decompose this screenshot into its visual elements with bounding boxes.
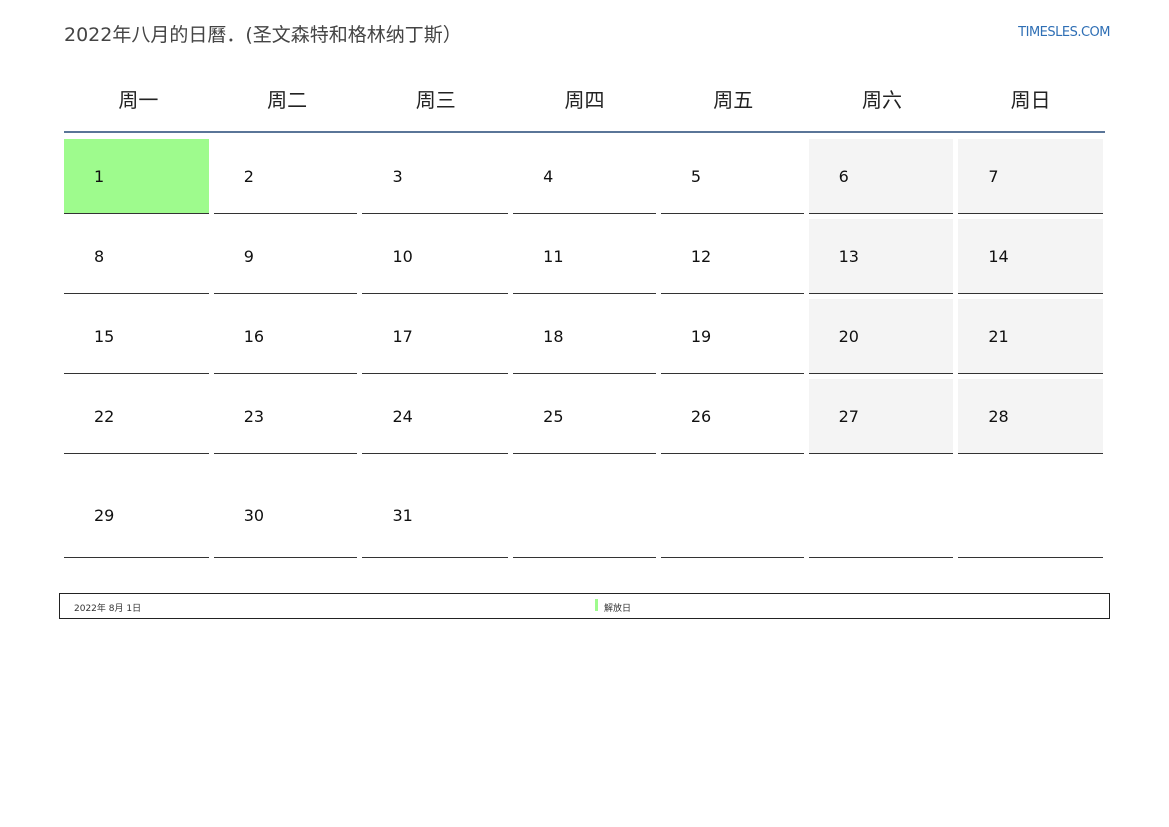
weekday-sat: 周六: [861, 88, 902, 112]
day-number: 13: [838, 247, 859, 266]
day-cell-weekend[interactable]: 20: [808, 299, 954, 374]
day-cell[interactable]: 16: [213, 299, 358, 374]
weekday-mon: 周一: [118, 88, 159, 112]
day-cell[interactable]: 31: [362, 459, 509, 558]
day-number: 24: [392, 407, 413, 426]
weekday-sun: 周日: [1010, 88, 1051, 112]
day-number: 9: [243, 247, 254, 266]
day-cell-weekend[interactable]: 14: [958, 219, 1104, 294]
day-number: 10: [392, 247, 413, 266]
weekday-thu: 周四: [564, 88, 605, 112]
day-cell[interactable]: 2: [213, 139, 358, 214]
day-cell-weekend[interactable]: 7: [958, 139, 1104, 214]
day-cell[interactable]: 26: [660, 379, 804, 454]
day-number: 7: [988, 167, 999, 186]
day-number: 22: [94, 407, 115, 426]
week-row: 15 16 17 18 19 20 21: [64, 299, 1108, 379]
day-cell[interactable]: 29: [64, 459, 209, 558]
day-cell[interactable]: 10: [362, 219, 509, 294]
weekday-fri: 周五: [713, 88, 754, 112]
holiday-color-marker: [595, 599, 598, 611]
day-number: 20: [838, 327, 859, 346]
day-number: 31: [392, 506, 413, 525]
day-number: 17: [392, 327, 413, 346]
day-cell[interactable]: 12: [660, 219, 804, 294]
day-number: 3: [392, 167, 403, 186]
holiday-legend: 2022年 8月 1日 解放日: [59, 593, 1110, 619]
weekday-wed: 周三: [415, 88, 456, 112]
day-cell-weekend[interactable]: 27: [808, 379, 954, 454]
day-number: 16: [243, 327, 265, 346]
site-link[interactable]: TIMESLES.COM: [1018, 25, 1110, 40]
day-cell[interactable]: 22: [64, 379, 209, 454]
day-cell[interactable]: 4: [513, 139, 656, 214]
day-cell[interactable]: 3: [362, 139, 509, 214]
day-number: 19: [690, 327, 712, 346]
day-cell[interactable]: 17: [362, 299, 509, 374]
day-cell[interactable]: 18: [513, 299, 656, 374]
week-row: 1 2 3 4 5 6 7: [64, 139, 1108, 219]
day-number: 30: [243, 506, 265, 525]
week-row: 29 30 31: [64, 459, 1108, 563]
day-number: 29: [94, 506, 115, 525]
day-cell-empty: [808, 459, 954, 558]
day-cell[interactable]: 11: [513, 219, 656, 294]
day-cell[interactable]: 15: [64, 299, 209, 374]
week-row: 8 9 10 11 12 13 14: [64, 219, 1108, 299]
legend-holiday-name: 解放日: [604, 604, 632, 614]
day-number: 23: [243, 407, 265, 426]
day-number: 11: [543, 247, 564, 266]
day-number: 25: [543, 407, 564, 426]
day-number: 8: [94, 247, 105, 266]
day-number: 6: [838, 167, 849, 186]
page-title: 2022年八月的日曆．(圣文森特和格林纳丁斯）: [64, 24, 462, 46]
day-cell[interactable]: 5: [660, 139, 804, 214]
header-divider: [64, 131, 1105, 133]
day-number: 14: [988, 247, 1009, 266]
weekday-tue: 周二: [267, 88, 308, 112]
weekday-header: 周一 周二 周三 周四 周五 周六 周日: [64, 80, 1105, 132]
day-number: 12: [690, 247, 712, 266]
day-cell[interactable]: 24: [362, 379, 509, 454]
day-number: 28: [988, 407, 1009, 426]
day-cell-holiday[interactable]: 1: [64, 139, 209, 214]
day-number: 4: [543, 167, 554, 186]
day-number: 21: [988, 327, 1009, 346]
day-number: 1: [94, 167, 105, 186]
day-number: 18: [543, 327, 564, 346]
day-cell[interactable]: 19: [660, 299, 804, 374]
day-cell[interactable]: 8: [64, 219, 209, 294]
day-number: 26: [690, 407, 712, 426]
day-cell[interactable]: 9: [213, 219, 358, 294]
week-row: 22 23 24 25 26 27 28: [64, 379, 1108, 459]
day-cell[interactable]: 23: [213, 379, 358, 454]
day-cell-empty: [958, 459, 1104, 558]
day-number: 2: [243, 167, 254, 186]
day-number: 27: [838, 407, 859, 426]
day-cell-weekend[interactable]: 13: [808, 219, 954, 294]
day-cell-weekend[interactable]: 21: [958, 299, 1104, 374]
day-number: 15: [94, 327, 115, 346]
day-cell-weekend[interactable]: 28: [958, 379, 1104, 454]
day-cell-weekend[interactable]: 6: [808, 139, 954, 214]
day-cell-empty: [660, 459, 804, 558]
day-number: 5: [690, 167, 702, 186]
day-cell[interactable]: 25: [513, 379, 656, 454]
calendar-grid: 1 2 3 4 5 6 7 8 9 10 11 12 13 14 15 16 1…: [64, 139, 1108, 563]
day-cell[interactable]: 30: [213, 459, 358, 558]
legend-date: 2022年 8月 1日: [74, 604, 142, 614]
day-cell-empty: [513, 459, 656, 558]
